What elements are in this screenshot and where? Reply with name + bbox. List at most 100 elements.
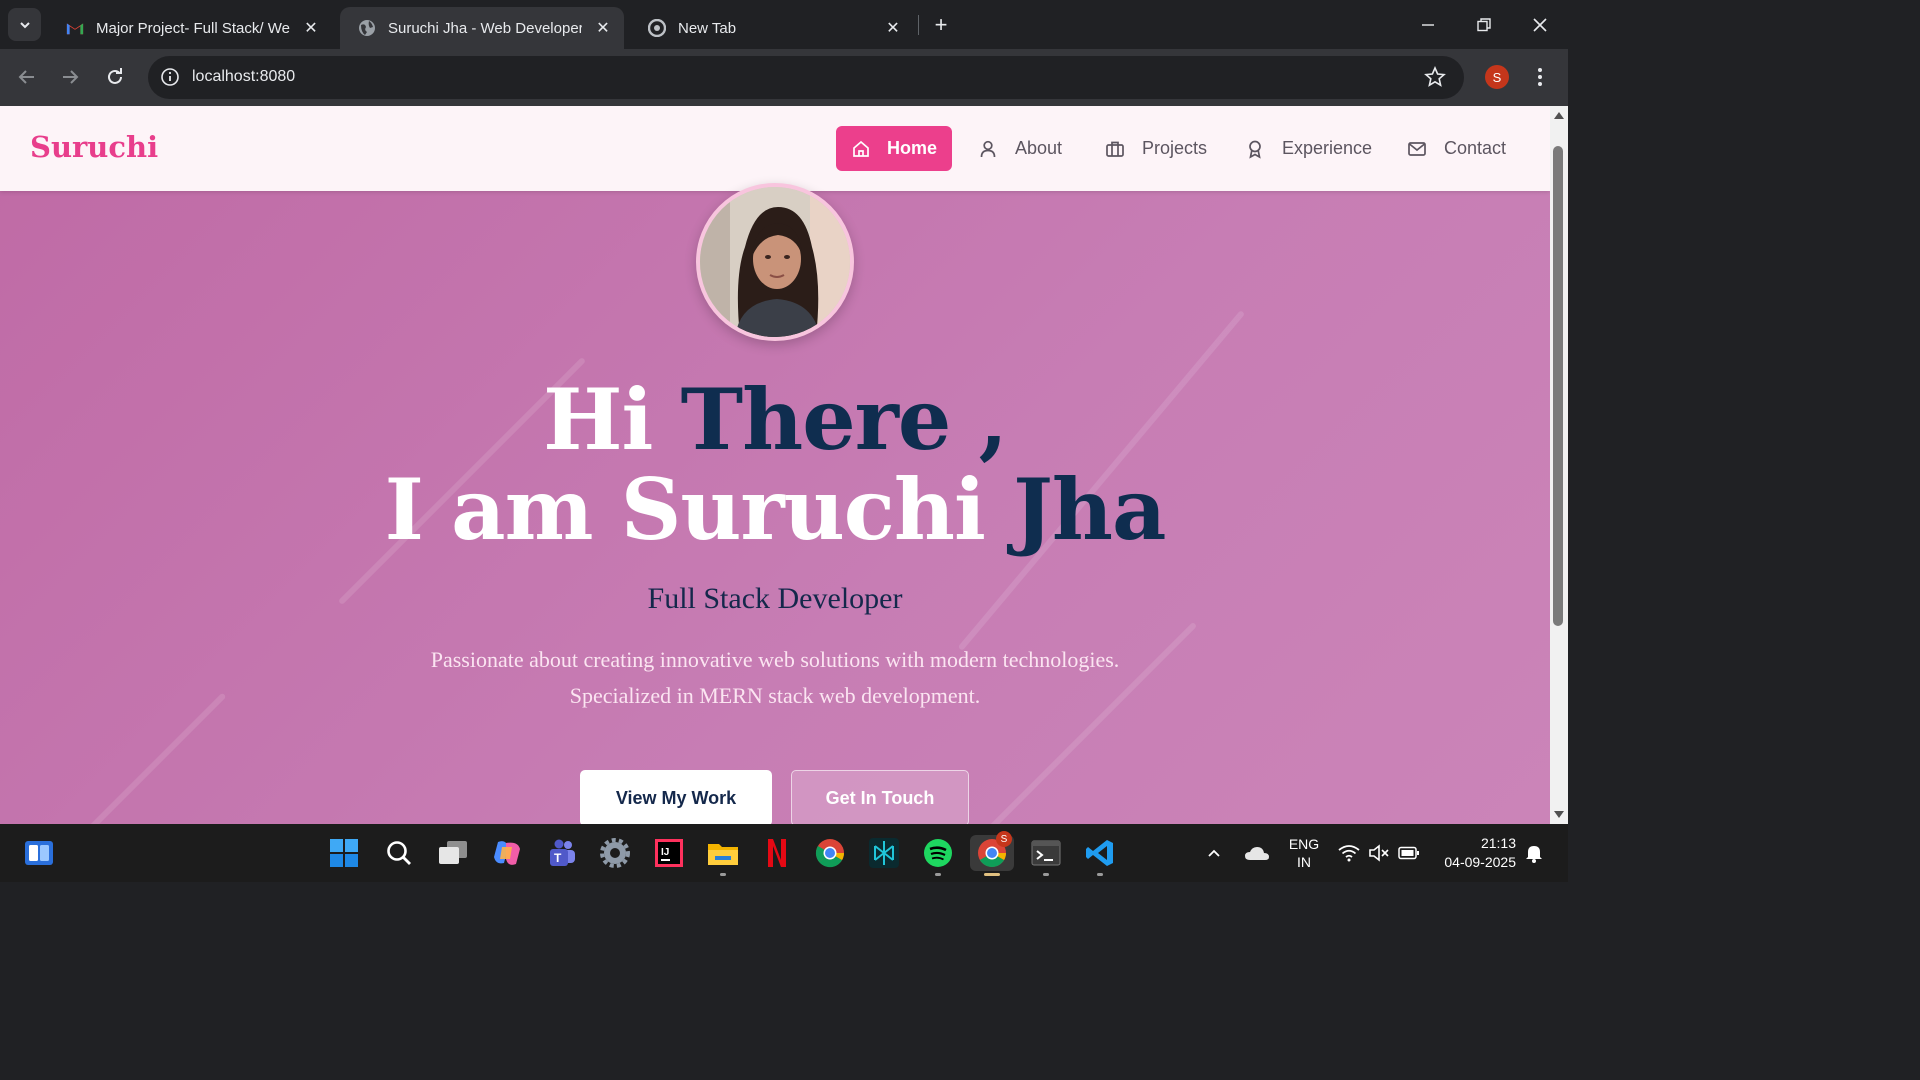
new-tab-button[interactable]: + (928, 12, 954, 38)
teams-icon[interactable]: T (543, 835, 579, 871)
wifi-icon[interactable] (1338, 824, 1360, 882)
volume-muted-icon[interactable] (1368, 824, 1390, 882)
clock-time: 21:13 (1480, 835, 1516, 851)
chrome-icon[interactable] (812, 835, 848, 871)
browser-menu-button[interactable] (1530, 65, 1550, 89)
scroll-thumb[interactable] (1553, 146, 1563, 626)
user-icon (977, 138, 999, 160)
hero-description-line1: Passionate about creating innovative web… (430, 647, 1120, 672)
view-my-work-button[interactable]: View My Work (580, 770, 772, 824)
address-bar[interactable]: localhost:8080 (148, 56, 1464, 99)
back-button[interactable] (11, 61, 43, 93)
nav-projects[interactable]: Projects (1089, 126, 1222, 171)
forward-button[interactable] (54, 61, 86, 93)
clock-date: 04-09-2025 (1444, 854, 1516, 870)
vscode-icon[interactable] (1082, 835, 1118, 876)
minimize-button[interactable] (1400, 0, 1456, 49)
hero-heading-line1: Hi There , (0, 370, 1550, 469)
scroll-up-arrow[interactable] (1554, 112, 1564, 119)
mail-icon (1406, 138, 1428, 160)
nav-label: Experience (1282, 138, 1373, 158)
system-clock[interactable]: 21:13 04-09-2025 (1432, 834, 1516, 872)
briefcase-icon (1104, 138, 1126, 160)
bookmark-star-icon[interactable] (1424, 66, 1446, 88)
running-indicator (1043, 873, 1049, 876)
start-icon[interactable] (326, 835, 362, 871)
chrome-icon (648, 19, 666, 37)
region-code: IN (1297, 854, 1311, 870)
svg-text:IJ: IJ (661, 847, 669, 858)
chrome-profile-icon[interactable]: S (970, 831, 1014, 876)
tab-title: Suruchi Jha - Web Developer Po (388, 19, 582, 37)
site-logo[interactable]: Suruchi (30, 130, 158, 164)
profile-badge: S (996, 831, 1012, 847)
reload-button[interactable] (99, 61, 131, 93)
nav-about[interactable]: About (962, 126, 1077, 171)
windows-taskbar: T IJ S ENG IN 21:13 04-09-2025 (0, 824, 1568, 882)
netflix-icon[interactable] (759, 835, 795, 871)
get-in-touch-button[interactable]: Get In Touch (791, 770, 969, 824)
award-icon (1244, 138, 1266, 160)
intellij-icon[interactable]: IJ (651, 835, 687, 871)
profile-photo (696, 183, 854, 341)
language-code: ENG (1288, 836, 1320, 852)
show-hidden-icons-button[interactable] (1206, 824, 1222, 882)
site-info-icon[interactable] (160, 67, 180, 87)
nav-label: Contact (1444, 138, 1507, 158)
hero-description-line2: Specialized in MERN stack web developmen… (569, 683, 981, 708)
tab-gmail[interactable]: Major Project- Full Stack/ Web I ✕ (48, 7, 332, 49)
close-icon[interactable]: ✕ (592, 17, 614, 39)
page-scrollbar[interactable] (1550, 106, 1568, 824)
close-icon[interactable]: ✕ (300, 17, 322, 39)
home-icon (851, 138, 871, 160)
profile-avatar[interactable]: S (1485, 65, 1509, 89)
widgets-icon[interactable] (21, 835, 57, 871)
scroll-down-arrow[interactable] (1554, 811, 1564, 818)
nav-experience[interactable]: Experience (1229, 126, 1387, 171)
minimize-icon (1422, 23, 1434, 26)
gmail-icon (66, 19, 84, 37)
close-icon[interactable]: ✕ (882, 17, 904, 39)
restore-icon (1477, 17, 1491, 31)
active-indicator (984, 873, 1000, 876)
close-icon (1533, 17, 1547, 32)
search-icon[interactable] (381, 835, 417, 871)
running-indicator (935, 873, 941, 876)
hero-name: I am Suruchi (384, 460, 986, 559)
tab-separator (918, 15, 919, 35)
notifications-icon[interactable] (1524, 824, 1544, 882)
nav-home[interactable]: Home (836, 126, 952, 171)
close-window-button[interactable] (1512, 0, 1568, 49)
tab-search-button[interactable] (8, 8, 41, 41)
file-explorer-icon[interactable] (705, 835, 741, 876)
nav-label: About (1015, 138, 1063, 158)
hero-heading-line2: I am Suruchi Jha (0, 460, 1550, 559)
globe-icon (358, 19, 376, 37)
perplexity-icon[interactable] (866, 835, 902, 871)
reload-icon (108, 68, 122, 84)
terminal-icon[interactable] (1028, 835, 1064, 876)
arrow-right-icon (63, 70, 79, 84)
restore-button[interactable] (1456, 0, 1512, 49)
battery-icon[interactable] (1398, 824, 1420, 882)
tab-strip: Major Project- Full Stack/ Web I ✕ Suruc… (0, 0, 1568, 49)
tab-title: New Tab (678, 19, 737, 37)
onedrive-icon[interactable] (1244, 824, 1270, 882)
nav-label: Projects (1142, 138, 1208, 158)
url-text: localhost:8080 (192, 68, 296, 85)
settings-icon[interactable] (597, 835, 633, 871)
more-vert-icon (1538, 68, 1542, 86)
copilot-icon[interactable] (489, 835, 525, 871)
input-language-indicator[interactable]: ENG IN (1286, 835, 1322, 871)
hero-description: Passionate about creating innovative web… (0, 642, 1550, 714)
chevron-down-icon (19, 21, 30, 28)
nav-contact[interactable]: Contact (1391, 126, 1521, 171)
tab-new[interactable]: New Tab ✕ (630, 7, 914, 49)
arrow-left-icon (18, 70, 34, 84)
spotify-icon[interactable] (920, 835, 956, 876)
hero-greeting-accent: There , (680, 370, 1008, 469)
nav-label: Home (887, 138, 938, 158)
tab-portfolio[interactable]: Suruchi Jha - Web Developer Po ✕ (340, 7, 624, 49)
running-indicator (720, 873, 726, 876)
task-view-icon[interactable] (435, 835, 471, 871)
